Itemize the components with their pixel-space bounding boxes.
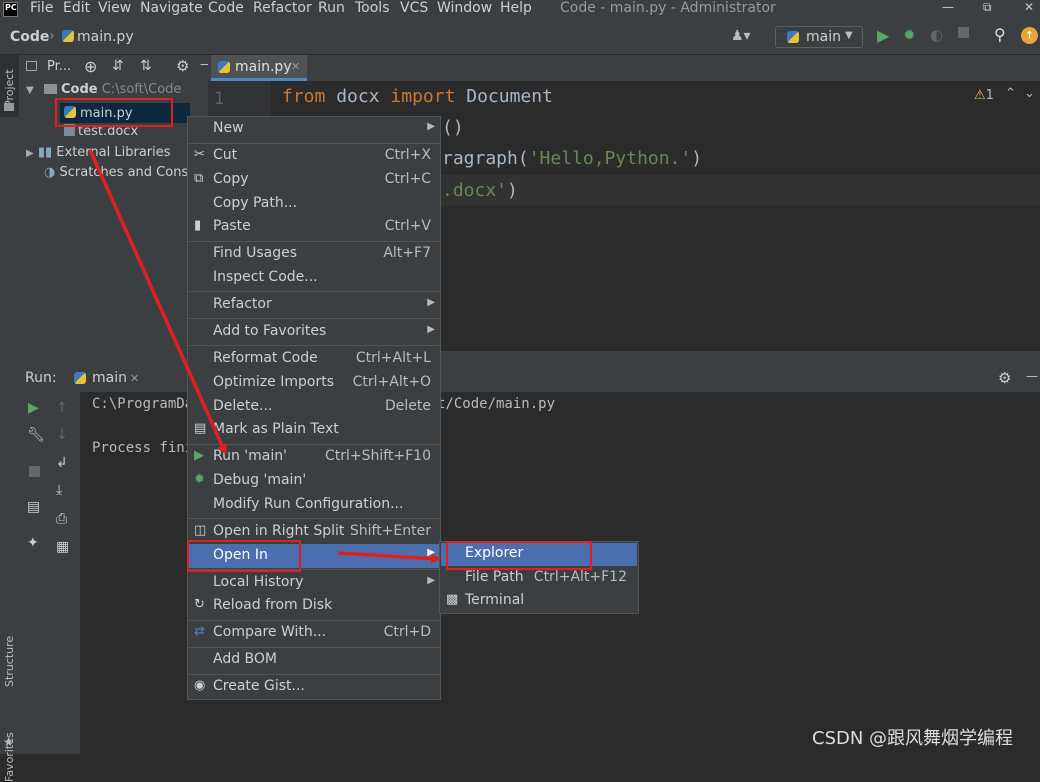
annotation-arrows [88, 149, 441, 564]
watermark: CSDN @跟风舞烟学编程 [812, 728, 1014, 749]
arrow-to-run-main [88, 149, 227, 455]
arrow-to-explorer [337, 551, 441, 564]
